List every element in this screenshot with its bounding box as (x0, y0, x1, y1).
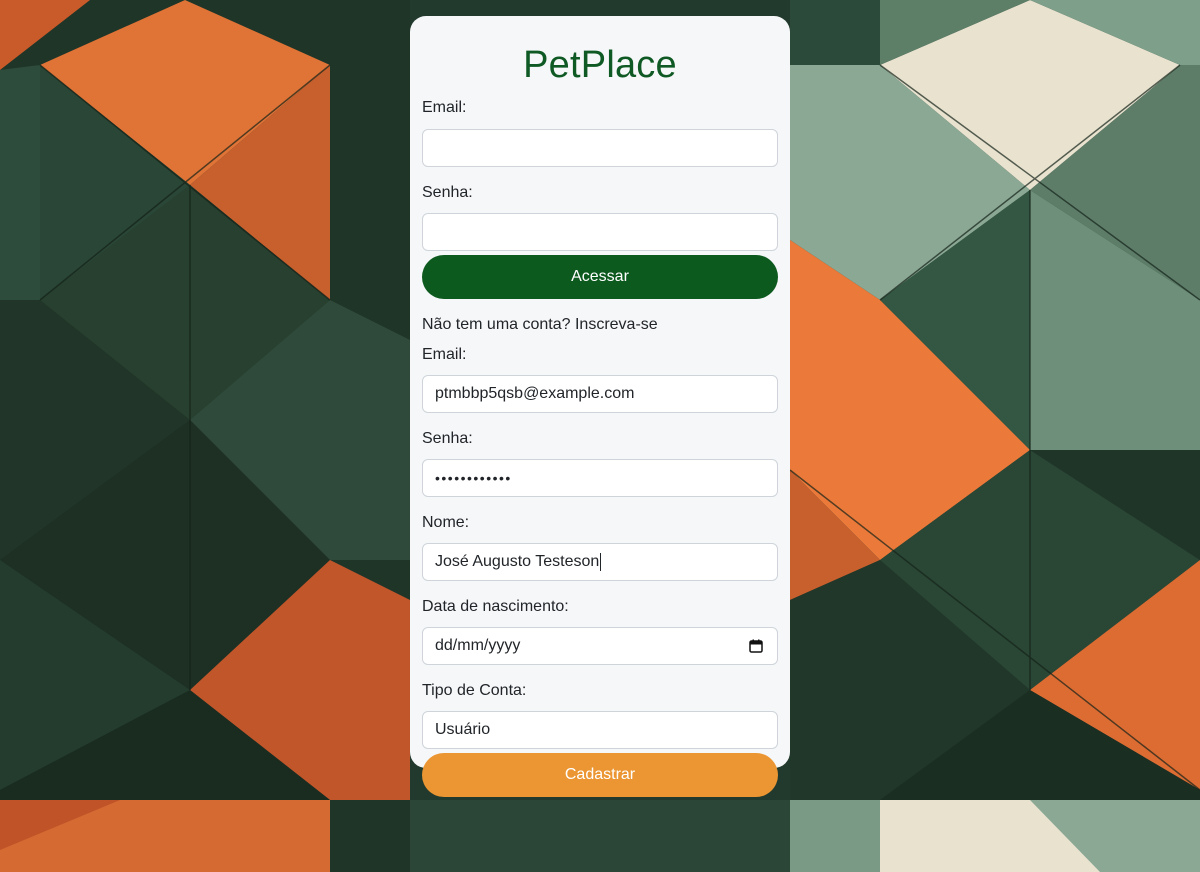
signup-birthdate-placeholder: dd/mm/yyyy (435, 637, 521, 654)
login-email-input[interactable] (422, 129, 778, 167)
signup-email-input[interactable]: ptmbbp5qsb@example.com (422, 375, 778, 413)
text-caret (600, 553, 602, 571)
signup-birthdate-label: Data de nascimento: (422, 598, 569, 615)
login-email-label: Email: (422, 99, 467, 116)
login-password-input[interactable] (422, 213, 778, 251)
login-form: Email: Senha: Acessar (422, 98, 778, 299)
signup-account-type-label: Tipo de Conta: (422, 682, 527, 699)
signup-name-value: José Augusto Testeson (435, 553, 600, 570)
signup-form: Email: ptmbbp5qsb@example.com Senha: •••… (422, 345, 778, 797)
signup-password-input[interactable]: •••••••••••• (422, 459, 778, 497)
signup-password-value: •••••••••••• (435, 470, 512, 486)
signup-name-label: Nome: (422, 514, 470, 531)
signup-button[interactable]: Cadastrar (422, 753, 778, 797)
app-title: PetPlace (523, 44, 677, 86)
signup-email-label: Email: (422, 346, 467, 363)
signup-prompt[interactable]: Não tem uma conta? Inscreva-se (422, 315, 778, 335)
signup-email-value: ptmbbp5qsb@example.com (435, 385, 635, 402)
signup-name-input[interactable]: José Augusto Testeson (422, 543, 778, 581)
calendar-icon[interactable] (749, 639, 763, 653)
login-button[interactable]: Acessar (422, 255, 778, 299)
signup-account-type-value: Usuário (435, 721, 491, 738)
login-password-label: Senha: (422, 184, 473, 201)
signup-password-label: Senha: (422, 430, 473, 447)
signup-birthdate-input[interactable]: dd/mm/yyyy (422, 627, 778, 665)
auth-card: PetPlace Email: Senha: Acessar Não tem u… (410, 16, 790, 797)
signup-account-type-select[interactable]: Usuário (422, 711, 778, 749)
